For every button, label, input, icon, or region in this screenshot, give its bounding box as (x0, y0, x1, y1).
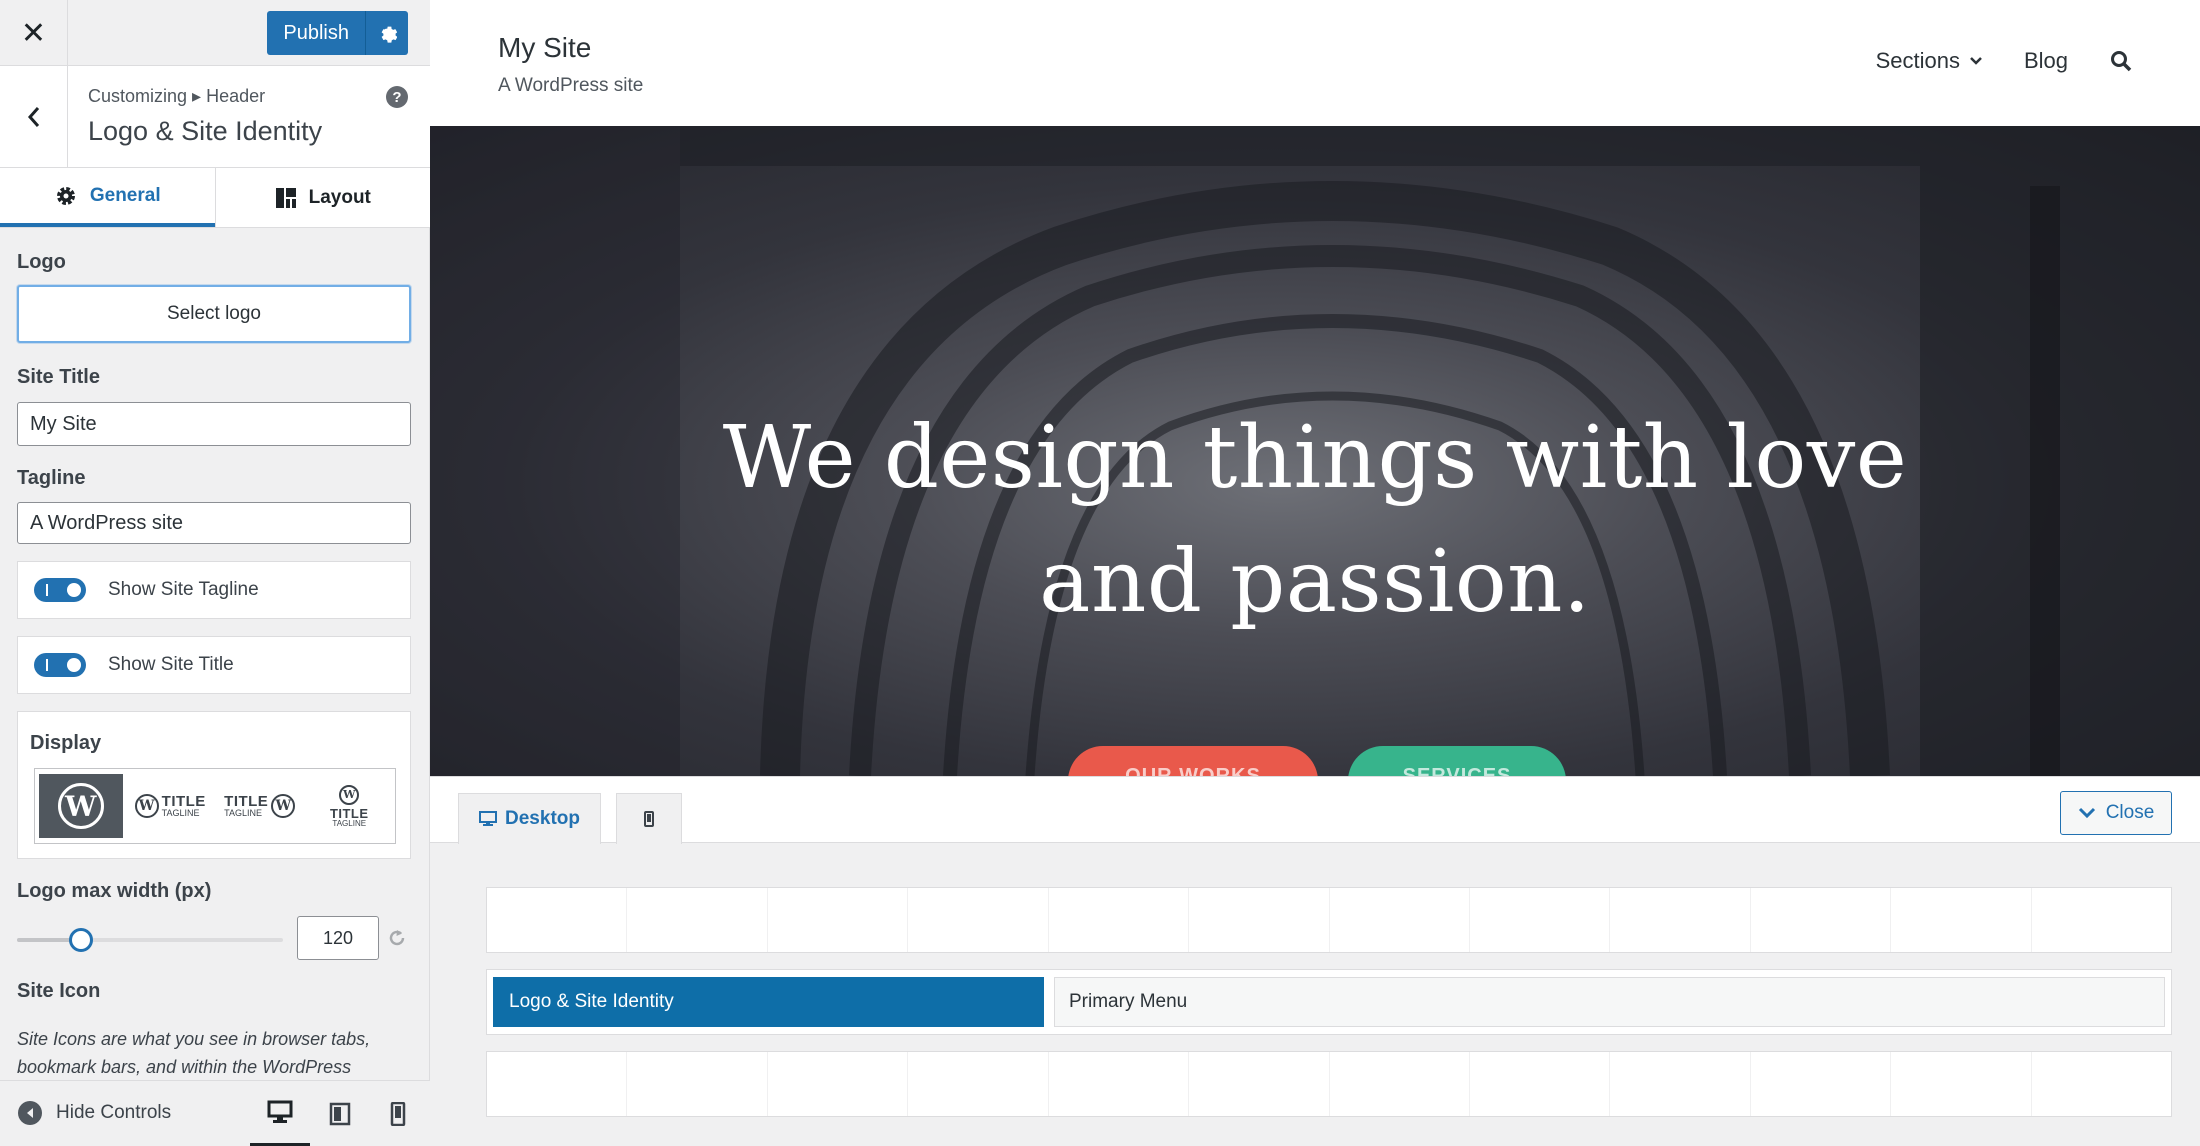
tab-general-label: General (89, 184, 161, 206)
show-tagline-toggle[interactable] (34, 578, 86, 602)
display-option-logo-only[interactable]: W (39, 774, 123, 838)
builder-close-label: Close (2105, 802, 2155, 823)
layout-icon (275, 187, 296, 208)
close-icon: ✕ (20, 16, 47, 50)
show-tagline-label: Show Site Tagline (108, 579, 259, 600)
primary-nav: Sections Blog (1876, 48, 2132, 74)
builder-tab-desktop-label: Desktop (505, 808, 580, 829)
logo-width-slider-handle[interactable] (68, 928, 93, 952)
back-button[interactable] (0, 66, 68, 168)
site-preview: My Site A WordPress site Sections Blog W… (430, 0, 2200, 1146)
select-logo-button[interactable]: Select logo (17, 285, 411, 343)
option-title-text: TITLE (329, 805, 369, 821)
tablet-icon (329, 1102, 351, 1126)
help-icon[interactable]: ? (386, 86, 408, 108)
customizer-sidebar: ✕ Publish Customizing ▸ Header Logo & Si… (0, 0, 430, 1146)
gear-icon (56, 186, 75, 205)
desktop-icon (267, 1100, 293, 1123)
nav-item-blog[interactable]: Blog (2024, 48, 2068, 74)
section-title: Logo & Site Identity (88, 116, 323, 146)
logo-width-input[interactable]: 120 (297, 916, 379, 960)
search-icon[interactable] (2110, 50, 2132, 72)
close-customizer-button[interactable]: ✕ (0, 0, 68, 66)
builder-tab-desktop[interactable]: Desktop (458, 793, 601, 844)
option-tagline-text: TAGLINE (224, 808, 262, 818)
section-header: Customizing ▸ Header Logo & Site Identit… (0, 66, 430, 168)
site-title[interactable]: My Site (498, 32, 591, 64)
site-title-label: Site Title (17, 366, 100, 388)
chevron-down-icon (2078, 807, 2095, 819)
collapse-icon (18, 1101, 42, 1125)
hide-controls-button[interactable]: Hide Controls (18, 1101, 171, 1125)
option-tagline-text: TAGLINE (161, 808, 200, 818)
tab-general[interactable]: General (0, 168, 215, 227)
our-works-button[interactable]: OUR WORKS (1068, 746, 1318, 776)
publish-group: Publish (267, 11, 408, 55)
sidebar-tabs: General Layout (0, 168, 430, 228)
preview-tablet-button[interactable] (310, 1081, 370, 1146)
display-label: Display (30, 732, 102, 754)
tab-layout-label: Layout (308, 186, 371, 208)
show-tagline-row: Show Site Tagline (17, 561, 411, 619)
option-title-text: TITLE (224, 793, 269, 810)
display-option-logo-title[interactable]: W TITLE TAGLINE (129, 774, 213, 838)
hero-section: We design things with love and passion. … (430, 126, 2200, 776)
tagline-input[interactable]: A WordPress site (17, 502, 411, 544)
mobile-icon (644, 811, 654, 827)
breadcrumb: Customizing ▸ Header (88, 86, 266, 106)
publish-settings-button[interactable] (366, 11, 408, 55)
preview-mobile-button[interactable] (368, 1081, 428, 1146)
display-option-title-logo[interactable]: TITLE TAGLINE W (218, 774, 302, 838)
sidebar-controls: Logo Select logo Site Title My Site Tagl… (0, 228, 430, 1080)
sidebar-footer: Hide Controls (0, 1080, 430, 1146)
logo-label: Logo (17, 251, 66, 273)
site-header: My Site A WordPress site Sections Blog (430, 0, 2200, 126)
builder-item-logo[interactable]: Logo & Site Identity (493, 977, 1044, 1027)
builder-row-main[interactable]: Logo & Site Identity Primary Menu (486, 969, 2172, 1035)
builder-close-button[interactable]: Close (2060, 791, 2172, 835)
wordpress-logo-icon: W (339, 784, 360, 805)
show-title-row: Show Site Title (17, 636, 411, 694)
option-title-text: TITLE (161, 793, 206, 810)
desktop-icon (479, 811, 498, 826)
logo-max-width-label: Logo max width (px) (17, 880, 212, 902)
hero-heading-line1: We design things with love (722, 408, 1908, 508)
wordpress-logo-icon: W (57, 783, 104, 829)
hide-controls-label: Hide Controls (56, 1102, 172, 1123)
builder-row-bottom[interactable] (486, 1051, 2172, 1117)
tagline-label: Tagline (17, 467, 86, 489)
reset-icon[interactable] (386, 927, 408, 949)
show-title-label: Show Site Title (108, 654, 234, 675)
builder-toolbar: Desktop Close (430, 777, 2200, 844)
header-builder-panel: Desktop Close Logo & Site Identity Prima… (430, 776, 2200, 1146)
publish-button[interactable]: Publish (267, 11, 366, 55)
display-option-logo-above[interactable]: W TITLE TAGLINE (308, 774, 392, 838)
hero-heading-line2: and passion. (1039, 532, 1591, 632)
site-icon-label: Site Icon (17, 980, 101, 1002)
site-tagline: A WordPress site (498, 75, 644, 96)
services-button[interactable]: SERVICES (1348, 746, 1566, 776)
wordpress-logo-icon: W (134, 794, 159, 818)
site-title-input[interactable]: My Site (17, 402, 411, 446)
sidebar-top-bar: ✕ Publish (0, 0, 430, 66)
builder-tab-mobile[interactable] (616, 793, 682, 844)
display-control: Display W W TITLE TAGLINE TITLE TAGLINE W … (17, 711, 411, 859)
nav-item-sections[interactable]: Sections (1876, 48, 1982, 74)
display-options: W W TITLE TAGLINE TITLE TAGLINE W W TITLE T… (34, 768, 396, 844)
builder-item-primary-menu[interactable]: Primary Menu (1054, 977, 2165, 1027)
show-title-toggle[interactable] (34, 653, 86, 677)
nav-sections-label: Sections (1875, 48, 1960, 73)
chevron-down-icon (1970, 57, 1982, 65)
builder-row-top[interactable] (486, 887, 2172, 953)
logo-width-slider-track[interactable] (17, 938, 283, 942)
gear-icon (381, 26, 397, 43)
chevron-left-icon (27, 107, 39, 127)
mobile-icon (390, 1102, 406, 1126)
site-icon-description: Site Icons are what you see in browser t… (17, 1029, 371, 1077)
hero-heading: We design things with love and passion. (430, 396, 2200, 644)
preview-desktop-button[interactable] (250, 1081, 310, 1146)
wordpress-logo-icon: W (271, 794, 296, 818)
option-tagline-text: TAGLINE (332, 818, 367, 828)
tab-layout[interactable]: Layout (214, 168, 431, 227)
